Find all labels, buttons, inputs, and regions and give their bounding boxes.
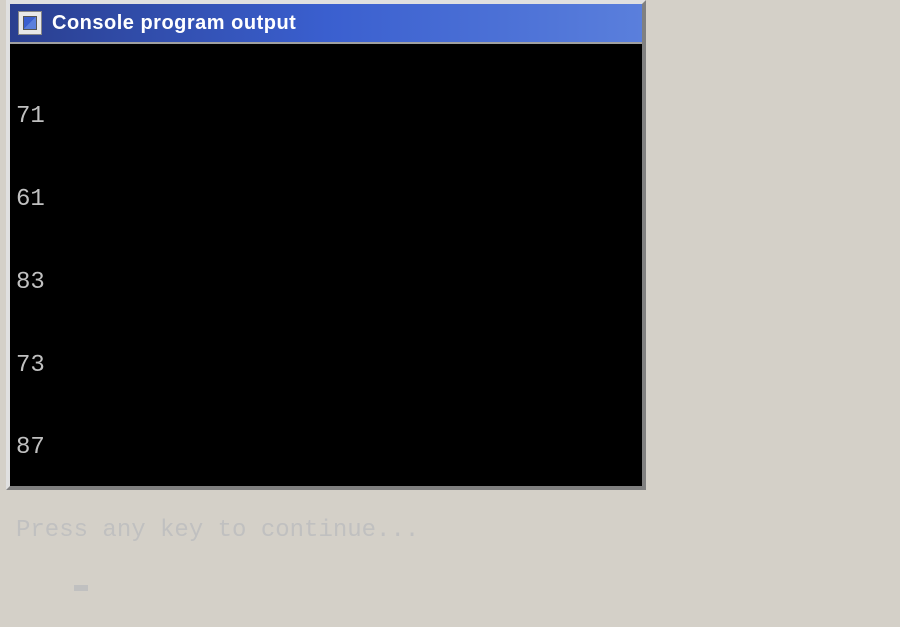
output-line: 71: [16, 103, 636, 131]
output-line: 83: [16, 269, 636, 297]
text-cursor: [74, 585, 88, 591]
app-icon-glyph: [23, 16, 37, 30]
console-window: Console program output 71 61 83 73 87 Pr…: [6, 0, 646, 490]
console-output[interactable]: 71 61 83 73 87 Press any key to continue…: [10, 44, 642, 486]
output-line: 87: [16, 434, 636, 462]
app-icon[interactable]: [18, 11, 42, 35]
window-title: Console program output: [52, 12, 296, 35]
output-line: 73: [16, 352, 636, 380]
output-line: 61: [16, 186, 636, 214]
titlebar[interactable]: Console program output: [10, 4, 642, 44]
prompt-line: Press any key to continue...: [16, 517, 636, 545]
